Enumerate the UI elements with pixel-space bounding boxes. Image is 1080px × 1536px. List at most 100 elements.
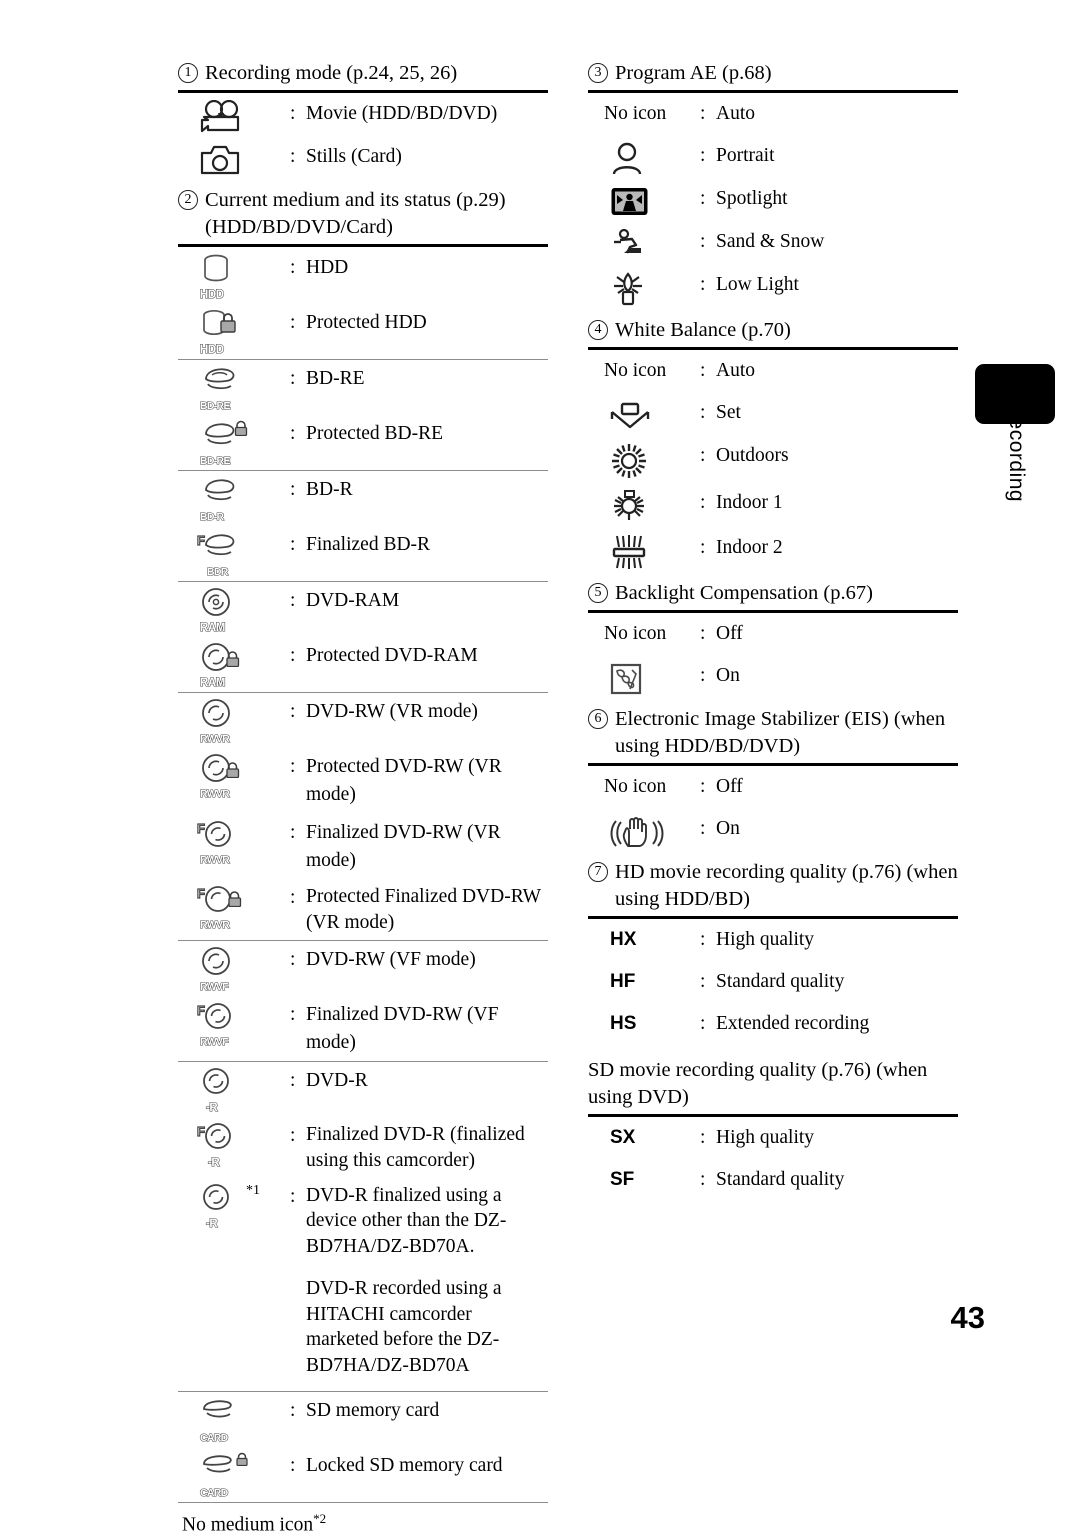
row-label: DVD-RAM	[306, 590, 400, 612]
dvd-disc-finalized-locked-icon: F RWVR	[178, 884, 290, 932]
row-label: DVD-R	[306, 1070, 368, 1092]
table-row: : On	[588, 657, 958, 700]
row-colon: :	[290, 423, 296, 445]
row-colon: :	[700, 492, 706, 514]
row-colon: :	[290, 1125, 296, 1147]
still-camera-icon	[178, 143, 290, 177]
low-light-icon	[588, 271, 700, 307]
row-label: BD-R	[306, 479, 353, 501]
outdoors-sun-icon	[588, 442, 700, 480]
section-rule	[588, 347, 958, 351]
row-colon: :	[700, 360, 706, 382]
icon-badge: BD-RE	[199, 400, 231, 413]
row-colon: :	[290, 257, 296, 279]
row-label: Outdoors	[716, 445, 789, 467]
table-row: RAM : DVD-RAM	[178, 582, 548, 637]
row-label: Sand & Snow	[716, 231, 825, 253]
quality-code: HF	[610, 971, 636, 993]
row-label: Extended recording	[716, 1013, 870, 1035]
spotlight-icon	[588, 185, 700, 219]
row-colon: :	[700, 1169, 706, 1191]
no-medium-note: No medium icon*2	[178, 1503, 548, 1536]
section-heading-recording-mode: 1 Recording mode (p.24, 25, 26)	[178, 60, 548, 90]
table-row: : Indoor 2	[588, 529, 958, 574]
row-label: Indoor 2	[716, 537, 783, 559]
row-label: Standard quality	[716, 971, 845, 993]
sand-snow-icon	[588, 228, 700, 262]
quality-code: SX	[610, 1127, 636, 1149]
row-colon: :	[700, 231, 706, 253]
section-title: Recording mode (p.24, 25, 26)	[205, 62, 458, 84]
table-row: BD-RE : BD-RE	[178, 360, 548, 415]
section-number: 7	[588, 862, 608, 883]
table-row: : Movie (HDD/BD/DVD)	[178, 95, 548, 138]
section-rule	[588, 1114, 958, 1118]
table-row: -R *1 : DVD-R finalized using a device o…	[178, 1178, 548, 1383]
section-heading-current-medium: 2 Current medium and its status (p.29) (…	[178, 181, 548, 244]
table-row: F RWVR : Protected Finalized DVD-RW (VR …	[178, 879, 548, 939]
row-label: Spotlight	[716, 188, 788, 210]
table-row: : Spotlight	[588, 180, 958, 223]
table-row: : Indoor 1	[588, 484, 958, 529]
icon-badge: -R	[205, 1217, 218, 1230]
finalized-mark: F	[196, 1002, 205, 1018]
indoor1-bulb-icon	[588, 489, 700, 525]
icon-badge: RWVF	[199, 1035, 229, 1048]
row-label: Finalized DVD-RW (VF mode)	[306, 1003, 499, 1053]
table-row: HX : High quality	[588, 921, 958, 963]
section-number: 1	[178, 63, 198, 83]
table-row: CARD : SD memory card	[178, 1392, 548, 1447]
row-label: Protected DVD-RW (VR mode)	[306, 756, 502, 806]
row-label: Portrait	[716, 145, 775, 167]
table-row: F RWVR : Finalized DVD-RW (VR mode)	[178, 814, 548, 880]
icon-badge: RAM	[199, 622, 226, 635]
footnote-marker: *2	[313, 1510, 327, 1526]
row-colon: :	[700, 274, 706, 296]
row-colon: :	[290, 701, 296, 723]
icon-badge: RWVR	[199, 733, 230, 746]
row-colon: :	[700, 818, 706, 840]
row-label: High quality	[716, 929, 815, 951]
dvd-disc-locked-icon: RWVR	[178, 753, 290, 801]
icon-badge: BD-R	[199, 511, 224, 524]
section-title: Current medium and its status (p.29) (HD…	[205, 189, 506, 239]
row-label: Finalized DVD-RW (VR mode)	[306, 821, 501, 871]
row-label: Stills (Card)	[306, 146, 402, 168]
table-row: No icon : Auto	[588, 95, 958, 137]
row-colon: :	[290, 645, 296, 667]
row-label: On	[716, 665, 740, 687]
section-title: HD movie recording quality (p.76) (when …	[615, 861, 958, 911]
section-rule	[588, 916, 958, 920]
icon-badge: -R	[205, 1102, 218, 1115]
table-row: RWVF : DVD-RW (VF mode)	[178, 941, 548, 996]
table-row: RWVR : DVD-RW (VR mode)	[178, 693, 548, 748]
row-colon: :	[290, 1185, 296, 1207]
section-number: 5	[588, 583, 608, 604]
row-colon: :	[700, 145, 706, 167]
quality-code: SF	[610, 1169, 635, 1191]
section-number: 6	[588, 709, 608, 730]
row-colon: :	[290, 590, 296, 612]
row-label: Standard quality	[716, 1169, 845, 1191]
section-title: White Balance (p.70)	[615, 319, 791, 342]
indoor2-fluorescent-icon	[588, 534, 700, 570]
table-row: RAM : Protected DVD-RAM	[178, 637, 548, 692]
finalized-mark: F	[196, 820, 205, 836]
row-label: Protected HDD	[306, 312, 427, 334]
table-row: : Set	[588, 394, 958, 437]
dvd-disc-finalized-icon: F -R	[178, 1122, 290, 1170]
row-colon: :	[290, 1399, 296, 1421]
table-row: CARD : Locked SD memory card	[178, 1447, 548, 1502]
table-row: No icon : Auto	[588, 352, 958, 394]
row-colon: :	[290, 479, 296, 501]
table-row: : Portrait	[588, 137, 958, 180]
row-colon: :	[290, 368, 296, 390]
row-colon: :	[290, 821, 296, 843]
row-colon: :	[700, 623, 706, 645]
row-label: Auto	[716, 360, 755, 382]
section-title: Backlight Compensation (p.67)	[615, 582, 873, 605]
wb-set-icon	[588, 399, 700, 433]
row-label: Locked SD memory card	[306, 1454, 503, 1476]
row-label: Auto	[716, 103, 755, 125]
section-heading-eis: 6 Electronic Image Stabilizer (EIS) (whe…	[588, 700, 958, 763]
